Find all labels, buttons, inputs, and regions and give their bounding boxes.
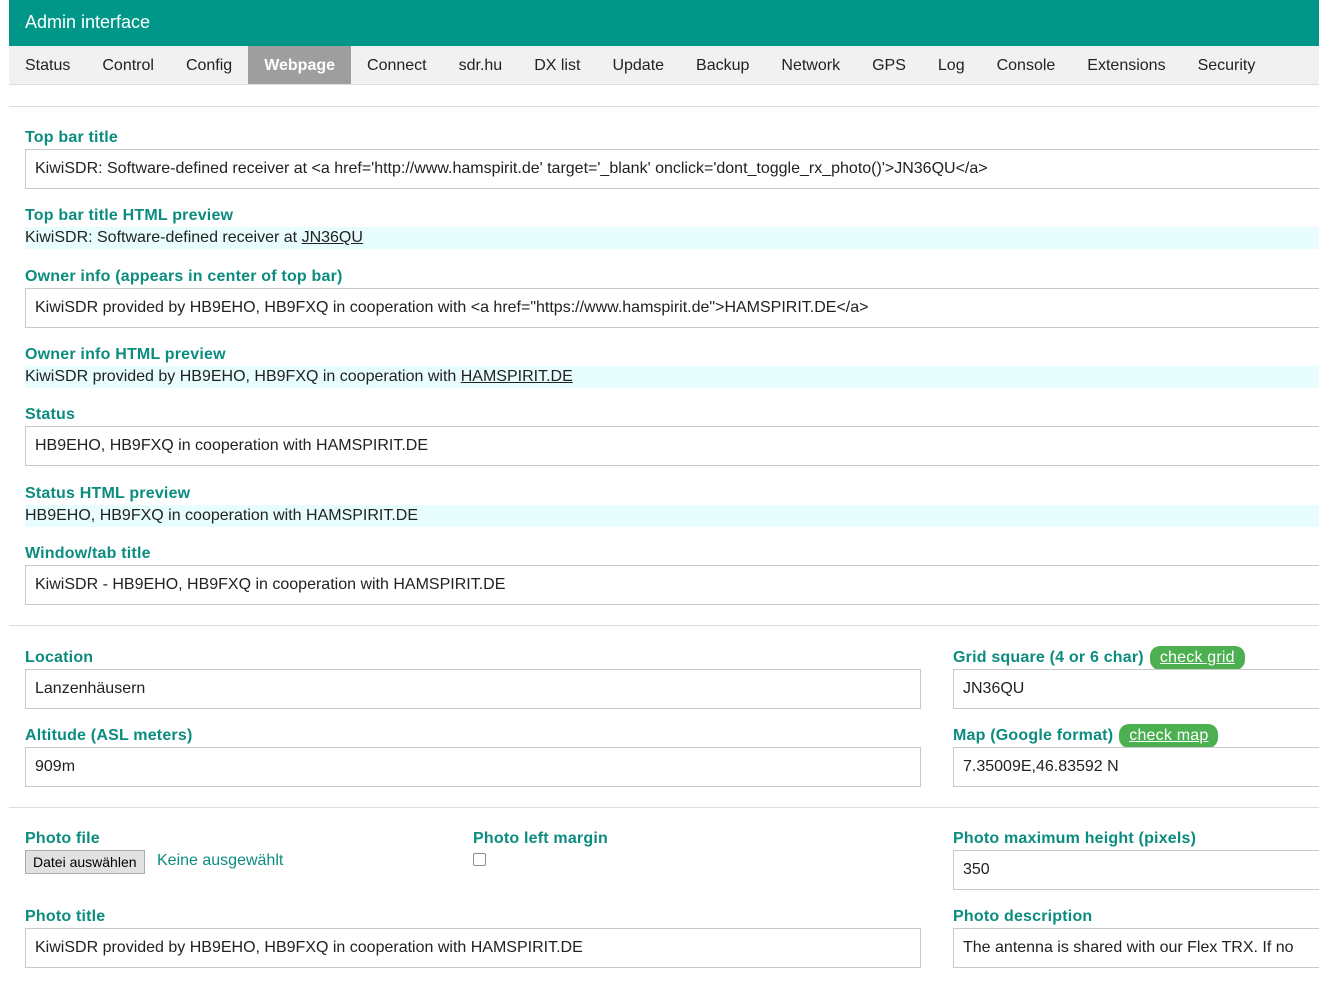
owner-info-label: Owner info (appears in center of top bar… [25, 268, 343, 285]
top-bar-preview: KiwiSDR: Software-defined receiver at JN… [25, 227, 1319, 249]
photo-title-label: Photo title [25, 908, 106, 925]
status-label: Status [25, 406, 76, 423]
altitude-label: Altitude (ASL meters) [25, 727, 193, 744]
admin-header: Admin interface [9, 0, 1319, 46]
top-bar-title-label: Top bar title [25, 129, 118, 146]
photo-max-height-input[interactable] [953, 850, 1319, 890]
status-preview-text: HB9EHO, HB9FXQ in cooperation with HAMSP… [25, 507, 419, 524]
tab-connect[interactable]: Connect [351, 46, 443, 84]
altitude-input[interactable] [25, 747, 921, 787]
tab-log[interactable]: Log [922, 46, 981, 84]
tab-update[interactable]: Update [596, 46, 680, 84]
tab-webpage[interactable]: Webpage [248, 46, 352, 84]
map-label-row: Map (Google format) check map [953, 723, 1219, 749]
photo-description-input[interactable] [953, 928, 1319, 968]
photo-file-label: Photo file [25, 830, 100, 847]
photo-left-margin-checkbox[interactable] [473, 853, 486, 866]
grid-label: Grid square (4 or 6 char) [953, 649, 1144, 666]
choose-file-button[interactable]: Datei auswählen [25, 850, 145, 874]
window-title-input[interactable] [25, 565, 1319, 605]
tab-gps[interactable]: GPS [856, 46, 922, 84]
check-grid-button[interactable]: check grid [1149, 646, 1245, 670]
top-bar-preview-link[interactable]: JN36QU [302, 229, 363, 246]
admin-title: Admin interface [25, 12, 151, 32]
top-bar-preview-text: KiwiSDR: Software-defined receiver at [25, 229, 302, 246]
divider [9, 807, 1319, 808]
owner-preview-link[interactable]: HAMSPIRIT.DE [461, 368, 573, 385]
tab-config[interactable]: Config [170, 46, 248, 84]
photo-left-margin-label: Photo left margin [473, 830, 608, 847]
tab-status[interactable]: Status [9, 46, 86, 84]
divider [9, 106, 1319, 107]
photo-max-height-label: Photo maximum height (pixels) [953, 830, 1197, 847]
file-status: Keine ausgewählt [157, 852, 284, 869]
tab-backup[interactable]: Backup [680, 46, 765, 84]
grid-label-row: Grid square (4 or 6 char) check grid [953, 645, 1245, 671]
photo-title-input[interactable] [25, 928, 921, 968]
divider [9, 625, 1319, 626]
tab-sdrhu[interactable]: sdr.hu [443, 46, 519, 84]
owner-preview-label: Owner info HTML preview [25, 346, 226, 363]
tab-dx-list[interactable]: DX list [518, 46, 596, 84]
owner-preview-text: KiwiSDR provided by HB9EHO, HB9FXQ in co… [25, 368, 461, 385]
map-input[interactable] [953, 747, 1319, 787]
tab-console[interactable]: Console [981, 46, 1072, 84]
tab-security[interactable]: Security [1182, 46, 1272, 84]
tab-extensions[interactable]: Extensions [1071, 46, 1181, 84]
tab-control[interactable]: Control [86, 46, 170, 84]
location-label: Location [25, 649, 94, 666]
map-label: Map (Google format) [953, 727, 1114, 744]
tab-bar: Status Control Config Webpage Connect sd… [9, 46, 1319, 85]
status-preview-label: Status HTML preview [25, 485, 191, 502]
status-input[interactable] [25, 426, 1319, 466]
owner-preview: KiwiSDR provided by HB9EHO, HB9FXQ in co… [25, 366, 1319, 388]
status-preview: HB9EHO, HB9FXQ in cooperation with HAMSP… [25, 505, 1319, 527]
location-input[interactable] [25, 669, 921, 709]
window-title-label: Window/tab title [25, 545, 151, 562]
grid-square-input[interactable] [953, 669, 1319, 709]
top-bar-title-input[interactable] [25, 149, 1319, 189]
check-map-button[interactable]: check map [1119, 724, 1219, 748]
tab-network[interactable]: Network [765, 46, 856, 84]
owner-info-input[interactable] [25, 288, 1319, 328]
photo-description-label: Photo description [953, 908, 1093, 925]
top-bar-preview-label: Top bar title HTML preview [25, 207, 234, 224]
